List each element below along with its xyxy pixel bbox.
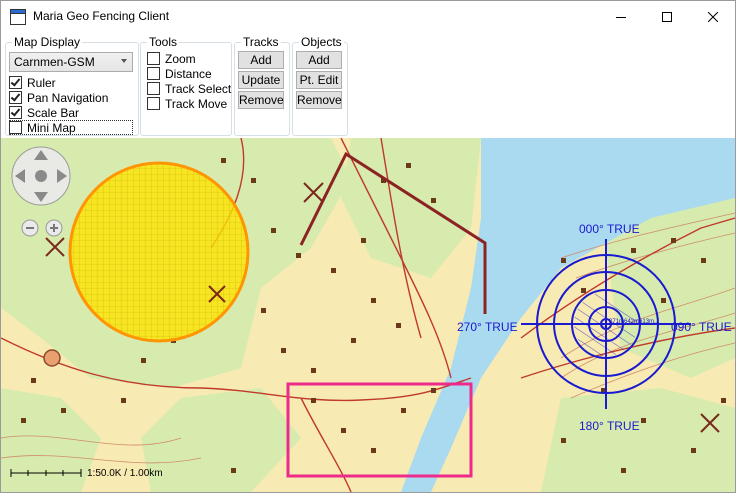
- zoom-checkbox[interactable]: Zoom: [147, 51, 196, 66]
- checkbox-box: [147, 67, 160, 80]
- map-canvas[interactable]: [1, 138, 735, 492]
- scale-bar-checkbox[interactable]: Scale Bar: [9, 105, 79, 120]
- app-window: Maria Geo Fencing Client Map Display Car…: [0, 0, 736, 493]
- checkbox-label: Distance: [165, 66, 212, 81]
- maximize-button[interactable]: [644, 1, 690, 32]
- window-title: Maria Geo Fencing Client: [33, 9, 170, 23]
- compass-south-label: 180° TRUE: [579, 419, 640, 433]
- checkbox-box: [147, 52, 160, 65]
- checkbox-box: [9, 106, 22, 119]
- checkbox-label: Track Move: [165, 96, 228, 111]
- ruler-checkbox[interactable]: Ruler: [9, 75, 56, 90]
- checkbox-label: Scale Bar: [27, 105, 80, 120]
- tracks-group-label: Tracks: [241, 35, 281, 49]
- map-display-group: Map Display Carnmen-GSM Ruler Pan Naviga…: [5, 35, 139, 136]
- distance-checkbox[interactable]: Distance: [147, 66, 212, 81]
- toolbar: Map Display Carnmen-GSM Ruler Pan Naviga…: [1, 32, 735, 138]
- track-add-button[interactable]: Add: [238, 51, 284, 69]
- track-update-button[interactable]: Update: [238, 71, 284, 89]
- map-marker[interactable]: [43, 349, 61, 367]
- close-icon: [708, 11, 718, 22]
- checkbox-box: [147, 97, 160, 110]
- checkbox-box: [9, 121, 22, 134]
- checkbox-box: [147, 82, 160, 95]
- compass-west-label: 270° TRUE: [457, 320, 518, 334]
- object-point-edit-button[interactable]: Pt. Edit: [296, 71, 342, 89]
- tools-group: Tools Zoom Distance Track Select Track M…: [140, 35, 232, 136]
- zoom-out-button[interactable]: [21, 219, 39, 237]
- app-icon: [10, 9, 26, 25]
- tracks-group: Tracks Add Update Remove: [234, 35, 290, 136]
- compass-east-label: 090° TRUE: [671, 320, 732, 334]
- checkbox-label: Pan Navigation: [27, 90, 109, 105]
- object-remove-button[interactable]: Remove: [296, 91, 342, 109]
- objects-group: Objects Add Pt. Edit Remove: [292, 35, 348, 136]
- checkbox-box: [9, 76, 22, 89]
- checkbox-box: [9, 91, 22, 104]
- track-move-checkbox[interactable]: Track Move: [147, 96, 227, 111]
- map-display-group-label: Map Display: [12, 35, 83, 49]
- mini-map-checkbox[interactable]: Mini Map: [9, 120, 76, 135]
- maximize-icon: [662, 11, 672, 22]
- geofence-circle[interactable]: [68, 161, 250, 343]
- checkbox-label: Track Select: [165, 81, 232, 96]
- track-select-checkbox[interactable]: Track Select: [147, 81, 231, 96]
- pan-navigation-checkbox[interactable]: Pan Navigation: [9, 90, 108, 105]
- checkbox-label: Mini Map: [27, 120, 76, 135]
- compass-center-label: 271m642m613m...: [609, 319, 660, 325]
- pan-navigation-control[interactable]: [11, 146, 71, 206]
- map-select[interactable]: Carnmen-GSM: [9, 52, 133, 72]
- map-select-value: Carnmen-GSM: [14, 55, 95, 69]
- title-bar: Maria Geo Fencing Client: [1, 1, 735, 32]
- map-view[interactable]: 000° TRUE 180° TRUE 270° TRUE 090° TRUE …: [1, 138, 735, 492]
- minimize-icon: [616, 16, 626, 18]
- scale-bar-label: 1:50.0K / 1.00km: [87, 468, 163, 479]
- minimize-button[interactable]: [598, 1, 644, 32]
- track-remove-button[interactable]: Remove: [238, 91, 284, 109]
- compass-north-label: 000° TRUE: [579, 222, 640, 236]
- pan-center-icon: [35, 170, 47, 182]
- checkbox-label: Ruler: [27, 75, 56, 90]
- object-add-button[interactable]: Add: [296, 51, 342, 69]
- close-button[interactable]: [690, 1, 735, 32]
- checkbox-label: Zoom: [165, 51, 196, 66]
- chevron-down-icon: [121, 59, 127, 63]
- objects-group-label: Objects: [299, 35, 344, 49]
- zoom-in-button[interactable]: [45, 219, 63, 237]
- tools-group-label: Tools: [147, 35, 180, 49]
